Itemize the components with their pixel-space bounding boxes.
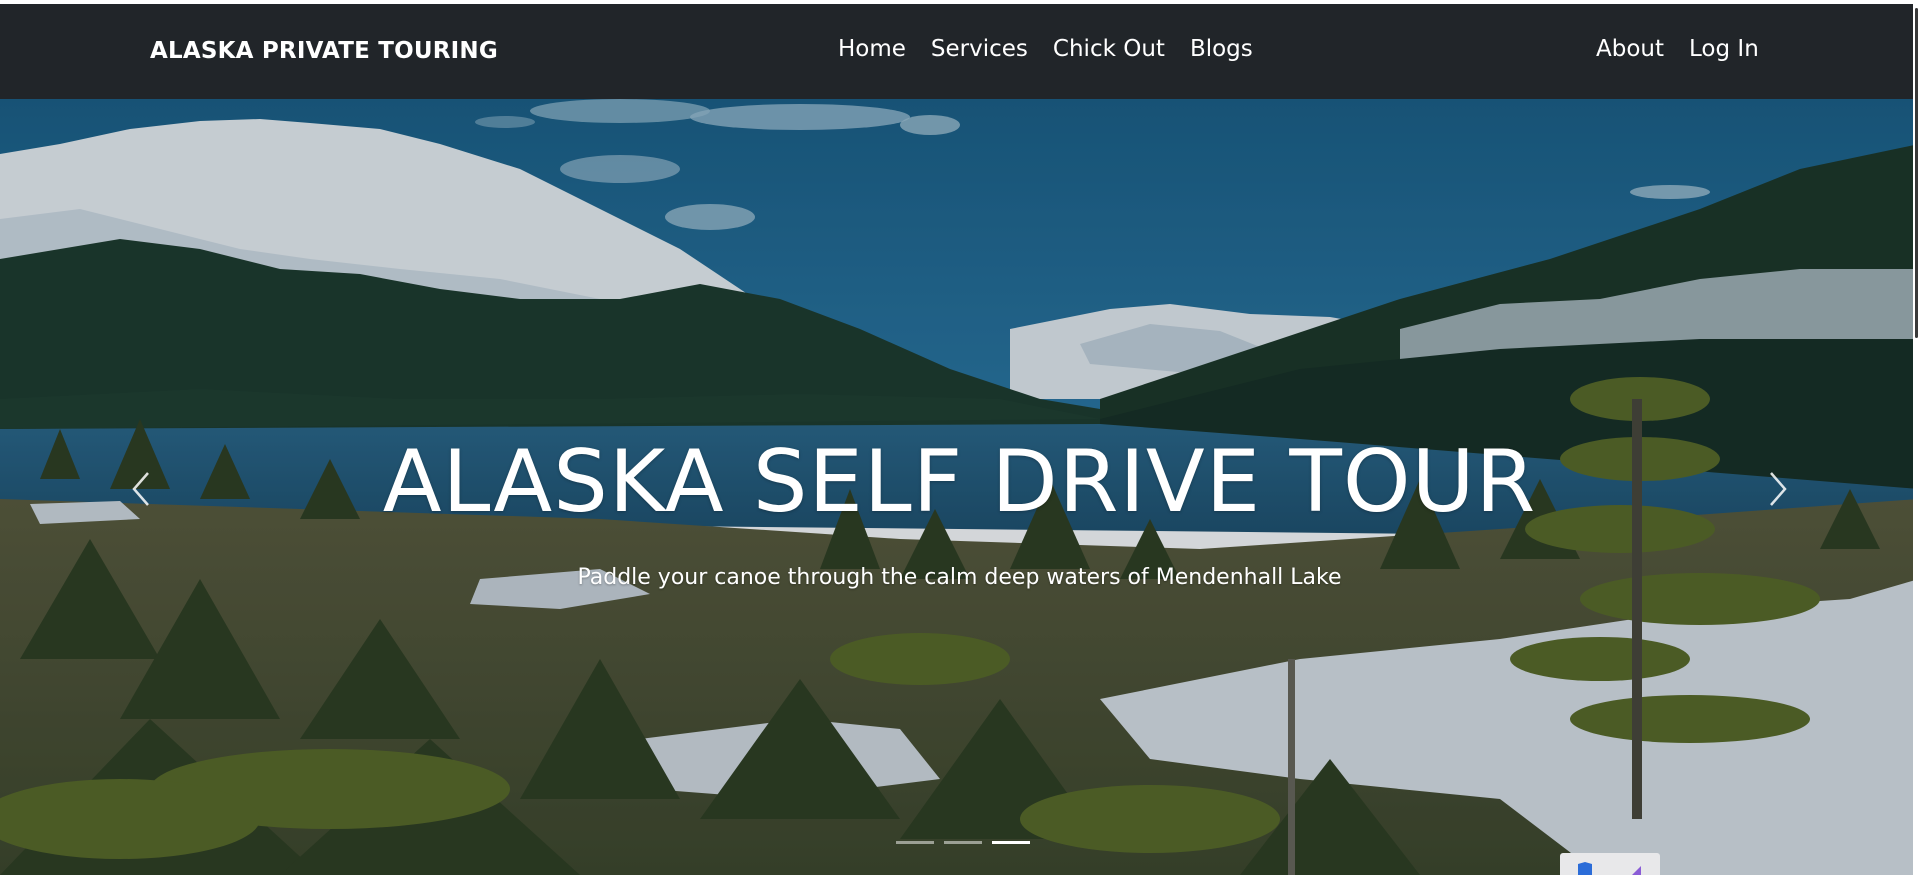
scrollbar-thumb[interactable] xyxy=(1915,8,1918,338)
carousel-indicator-2[interactable] xyxy=(944,841,982,844)
nav-link-home[interactable]: Home xyxy=(838,38,906,61)
carousel-indicator-1[interactable] xyxy=(896,841,934,844)
nav-link-services[interactable]: Services xyxy=(931,38,1028,61)
brand-logo-link[interactable]: ALASKA PRIVATE TOURING xyxy=(150,38,498,64)
chevron-right-icon xyxy=(1770,472,1787,506)
carousel-next-button[interactable] xyxy=(1745,459,1805,519)
carousel-indicator-3[interactable] xyxy=(992,841,1030,844)
carousel-prev-button[interactable] xyxy=(114,459,174,519)
nav-link-chick-out[interactable]: Chick Out xyxy=(1053,38,1165,61)
navbar: ALASKA PRIVATE TOURING Home Services Chi… xyxy=(0,4,1919,99)
main-nav: Home Services Chick Out Blogs xyxy=(838,38,1253,61)
page: ALASKA PRIVATE TOURING Home Services Chi… xyxy=(0,0,1919,878)
nav-link-login[interactable]: Log In xyxy=(1689,38,1759,61)
hero-carousel: ALASKA SELF DRIVE TOUR Paddle your canoe… xyxy=(0,99,1919,875)
nav-link-blogs[interactable]: Blogs xyxy=(1190,38,1253,61)
nav-link-about[interactable]: About xyxy=(1596,38,1664,61)
hero-subtitle: Paddle your canoe through the calm deep … xyxy=(577,565,1342,590)
right-nav: About Log In xyxy=(1596,38,1759,61)
carousel-indicators xyxy=(896,841,1030,844)
hero-title: ALASKA SELF DRIVE TOUR xyxy=(382,432,1537,532)
chevron-left-icon xyxy=(132,472,149,506)
